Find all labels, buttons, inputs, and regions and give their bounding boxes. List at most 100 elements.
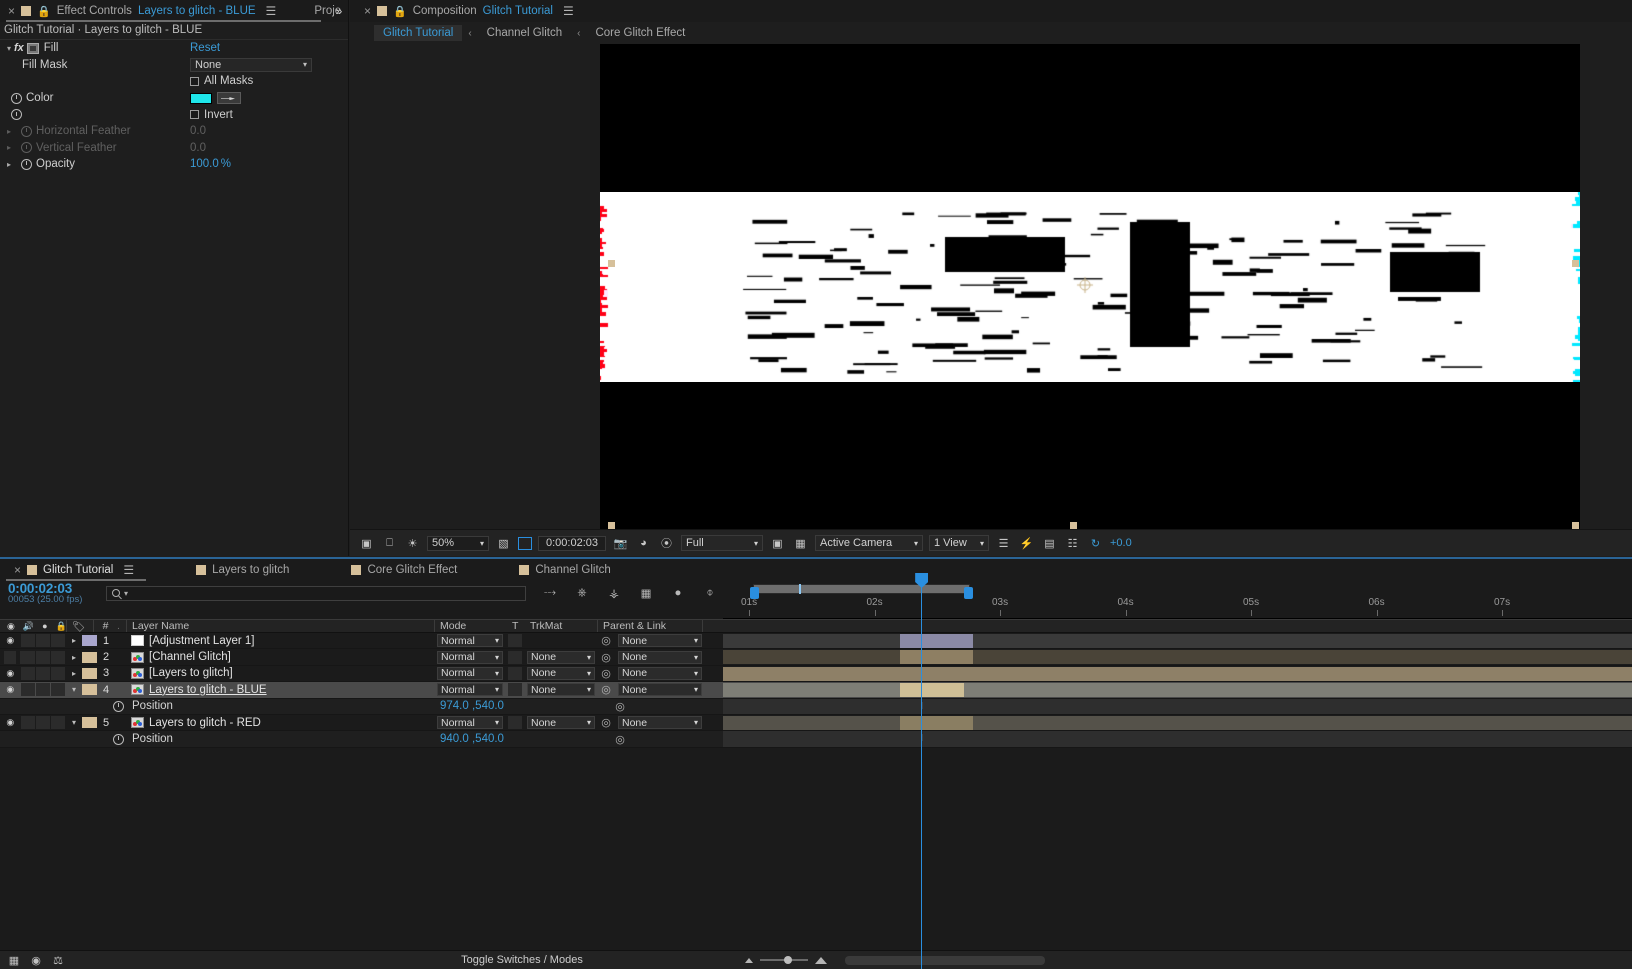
layer-duration-bar-base[interactable]: [723, 666, 1632, 681]
layer-duration-bar[interactable]: [900, 715, 973, 730]
expand-panels-icon[interactable]: »: [330, 2, 348, 20]
eye-icon[interactable]: ◉: [0, 668, 21, 679]
layer-track[interactable]: [723, 682, 1632, 698]
layer-name-header[interactable]: Layer Name: [127, 620, 434, 632]
pixel-aspect-correction-icon[interactable]: ☰: [995, 536, 1012, 551]
audio-toggle[interactable]: [20, 634, 35, 648]
effect-enable-icon[interactable]: [26, 42, 39, 54]
stopwatch-icon-position[interactable]: [113, 733, 124, 745]
layer-duration-bar-base[interactable]: [723, 650, 1632, 665]
lock-icon[interactable]: 🔒: [393, 5, 407, 18]
mode-dropdown[interactable]: Normal ▾: [437, 683, 503, 697]
layer-name[interactable]: [Channel Glitch]: [149, 651, 231, 663]
audio-toggle[interactable]: [20, 683, 35, 697]
color-swatch[interactable]: [190, 92, 212, 104]
parent-dropdown[interactable]: None ▾: [618, 634, 702, 648]
tab-layers-to-glitch[interactable]: Layers to glitch: [188, 559, 297, 581]
solo-toggle[interactable]: [35, 650, 50, 664]
exposure-value[interactable]: +0.0: [1110, 537, 1132, 549]
parent-pickwhip-icon[interactable]: ◎: [599, 683, 613, 696]
tab-composition[interactable]: × 🔒 Composition Glitch Tutorial ☰: [356, 0, 582, 22]
eye-icon[interactable]: ◉: [0, 684, 21, 695]
fill-mask-dropdown[interactable]: None ▾: [190, 57, 312, 72]
fast-previews-icon[interactable]: ⚡: [1018, 536, 1035, 551]
search-field[interactable]: [132, 587, 525, 599]
panel-menu-icon[interactable]: ☰: [266, 4, 277, 18]
views-dropdown[interactable]: 1 View ▾: [929, 535, 989, 551]
property-row[interactable]: Position 974.0 ,540.0 ◎ I: [0, 698, 1632, 715]
preserve-transparency-toggle[interactable]: [508, 716, 522, 730]
parent-pickwhip-icon[interactable]: ◎: [599, 634, 613, 647]
all-masks-checkbox[interactable]: [190, 76, 199, 86]
preserve-transparency-toggle[interactable]: [508, 634, 522, 648]
preserve-transparency-toggle[interactable]: [508, 666, 522, 680]
close-icon[interactable]: ×: [14, 564, 21, 576]
chevron-right-icon[interactable]: ▸: [66, 653, 82, 662]
property-track[interactable]: I: [723, 698, 1632, 714]
resolution-dropdown[interactable]: Full ▾: [681, 535, 763, 551]
mode-dropdown[interactable]: Normal ▾: [437, 716, 503, 730]
tab-effect-controls[interactable]: × 🔒 Effect Controls Layers to glitch - B…: [0, 0, 284, 22]
breadcrumb-item-channel-glitch[interactable]: Channel Glitch: [478, 25, 571, 41]
layer-name[interactable]: Layers to glitch - BLUE: [149, 684, 267, 696]
eye-icon[interactable]: ◉: [0, 635, 21, 646]
toggle-transparency-grid-icon[interactable]: ⎕: [381, 536, 398, 551]
table-row[interactable]: ◉ ▾ 5 Layers to glitch - RED Normal ▾ None ▾ ◎ No…: [0, 715, 1632, 732]
horizontal-scrollbar[interactable]: [845, 955, 1045, 965]
panel-menu-icon[interactable]: ☰: [563, 4, 574, 18]
mode-dropdown[interactable]: Normal ▾: [437, 634, 503, 648]
timeline-zoom-slider[interactable]: [745, 956, 827, 964]
table-row[interactable]: ◉ ▸ 3 [Layers to glitch] Normal ▾ None ▾ ◎ None ▾: [0, 666, 1632, 683]
toggle-switches-modes-button[interactable]: Toggle Switches / Modes: [437, 954, 607, 966]
parent-pickwhip-icon[interactable]: ◎: [599, 667, 613, 680]
solo-toggle[interactable]: [35, 683, 50, 697]
layer-duration-bar-base[interactable]: [723, 634, 1632, 648]
property-pickwhip-icon[interactable]: ◎: [613, 733, 627, 746]
comp-handle-bottom-right[interactable]: [1572, 522, 1579, 529]
reset-exposure-icon[interactable]: ↻: [1087, 536, 1104, 551]
zoom-out-icon[interactable]: [745, 957, 753, 963]
reset-button[interactable]: Reset: [190, 42, 220, 54]
layer-track[interactable]: [723, 633, 1632, 648]
table-row[interactable]: ▸ 2 [Channel Glitch] Normal ▾ None ▾ ◎ None ▾: [0, 649, 1632, 666]
lock-icon[interactable]: 🔒: [37, 5, 51, 18]
parent-pickwhip-icon[interactable]: ◎: [599, 716, 613, 729]
toggle-transparency-icon[interactable]: ▦: [792, 536, 809, 551]
stopwatch-icon-color[interactable]: [11, 92, 22, 104]
audio-toggle[interactable]: [20, 666, 35, 680]
magnification-dropdown[interactable]: 50% ▾: [427, 535, 489, 551]
chevron-down-icon[interactable]: ▾: [4, 44, 14, 53]
comp-handle-bottom-left[interactable]: [608, 522, 615, 529]
audio-toggle[interactable]: [20, 650, 35, 664]
table-row[interactable]: ◉ ▾ 4 Layers to glitch - BLUE Normal ▾ None ▾ ◎ N…: [0, 682, 1632, 699]
effect-header-fill[interactable]: ▾ fx Fill Reset: [0, 40, 348, 57]
breadcrumb-item-core-glitch-effect[interactable]: Core Glitch Effect: [586, 25, 694, 41]
lock-toggle[interactable]: [50, 650, 65, 664]
parent-dropdown[interactable]: None ▾: [618, 650, 702, 664]
property-track[interactable]: I: [723, 731, 1632, 747]
trkmat-dropdown[interactable]: None ▾: [527, 683, 595, 697]
stopwatch-icon-position[interactable]: [113, 700, 124, 712]
stopwatch-icon-horizontal-feather[interactable]: [21, 125, 32, 137]
lock-toggle[interactable]: [50, 716, 66, 730]
tab-core-glitch-effect[interactable]: Core Glitch Effect: [343, 559, 465, 581]
search-input[interactable]: ▾: [106, 585, 526, 601]
chevron-right-icon[interactable]: ▸: [4, 160, 14, 169]
motion-blur-icon[interactable]: ●: [670, 586, 686, 601]
position-value[interactable]: 974.0 ,540.0: [440, 700, 504, 712]
breadcrumb-item-glitch-tutorial[interactable]: Glitch Tutorial: [374, 25, 463, 41]
layer-duration-bar[interactable]: [900, 650, 973, 665]
stopwatch-icon-invert[interactable]: [11, 109, 22, 121]
graph-editor-icon[interactable]: ⌽: [702, 586, 718, 601]
solo-toggle[interactable]: [35, 716, 50, 730]
comp-handle-left[interactable]: [608, 260, 615, 267]
solo-toggle[interactable]: [35, 666, 50, 680]
draft-3d-icon[interactable]: ⎈: [574, 586, 590, 601]
layer-label-color[interactable]: [82, 635, 97, 647]
preserve-transparency-toggle[interactable]: [508, 683, 522, 697]
zoom-knob[interactable]: [784, 956, 792, 964]
chevron-down-icon[interactable]: ▾: [66, 685, 82, 694]
parent-dropdown[interactable]: None ▾: [618, 683, 702, 697]
panel-menu-icon[interactable]: ☰: [123, 563, 134, 577]
composition-canvas[interactable]: [600, 44, 1580, 529]
